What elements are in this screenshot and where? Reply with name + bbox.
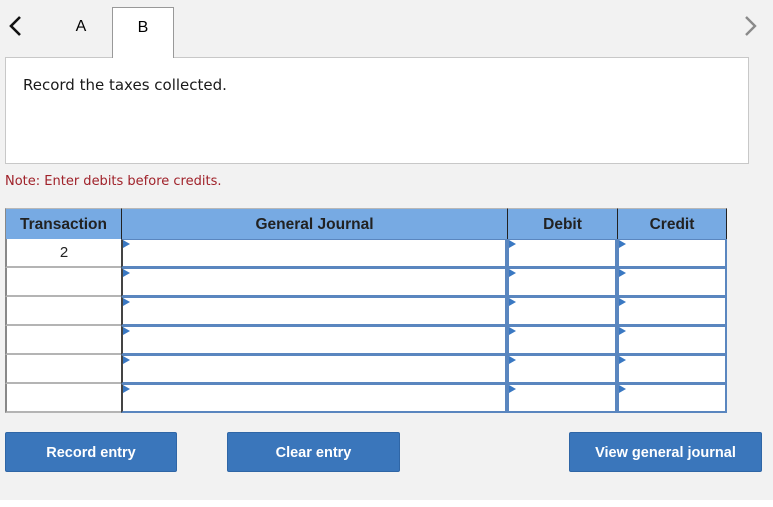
credit-input[interactable] [617,355,727,384]
chevron-right-icon [745,16,757,36]
transaction-cell: 2 [5,239,121,268]
account-select[interactable] [121,268,507,297]
prev-button[interactable] [6,13,26,39]
column-header-credit: Credit [617,208,727,239]
tab-b-label: B [137,19,149,36]
debit-input[interactable] [507,384,617,413]
column-header-debit: Debit [507,208,617,239]
table-row [5,384,727,413]
page: A B Record the taxes collected. Note: En… [0,0,773,500]
question-prompt-box: Record the taxes collected. [5,57,749,164]
debit-input[interactable] [507,355,617,384]
table-row [5,268,727,297]
column-header-transaction: Transaction [5,208,121,239]
transaction-cell [5,384,121,413]
debit-input[interactable] [507,297,617,326]
tab-a[interactable]: A [50,7,112,57]
table-row [5,297,727,326]
account-select[interactable] [121,384,507,413]
account-select[interactable] [121,355,507,384]
debit-input[interactable] [507,268,617,297]
chevron-left-icon [9,16,21,36]
clear-entry-button[interactable]: Clear entry [227,432,400,472]
account-select[interactable] [121,239,507,268]
credit-input[interactable] [617,268,727,297]
account-select[interactable] [121,326,507,355]
credit-input[interactable] [617,239,727,268]
transaction-cell [5,355,121,384]
transaction-cell [5,297,121,326]
table-row: 2 [5,239,727,268]
question-prompt-text: Record the taxes collected. [23,76,227,94]
tab-b[interactable]: B [112,7,174,58]
view-general-journal-button[interactable]: View general journal [569,432,762,472]
transaction-cell [5,268,121,297]
transaction-cell [5,326,121,355]
debit-input[interactable] [507,326,617,355]
credit-input[interactable] [617,326,727,355]
tab-a-label: A [75,18,87,35]
note-text: Note: Enter debits before credits. [5,174,222,189]
debit-input[interactable] [507,239,617,268]
record-entry-button[interactable]: Record entry [5,432,177,472]
account-select[interactable] [121,297,507,326]
table-row [5,355,727,384]
column-header-general-journal: General Journal [121,208,507,239]
credit-input[interactable] [617,384,727,413]
next-button[interactable] [740,13,760,39]
credit-input[interactable] [617,297,727,326]
table-row [5,326,727,355]
